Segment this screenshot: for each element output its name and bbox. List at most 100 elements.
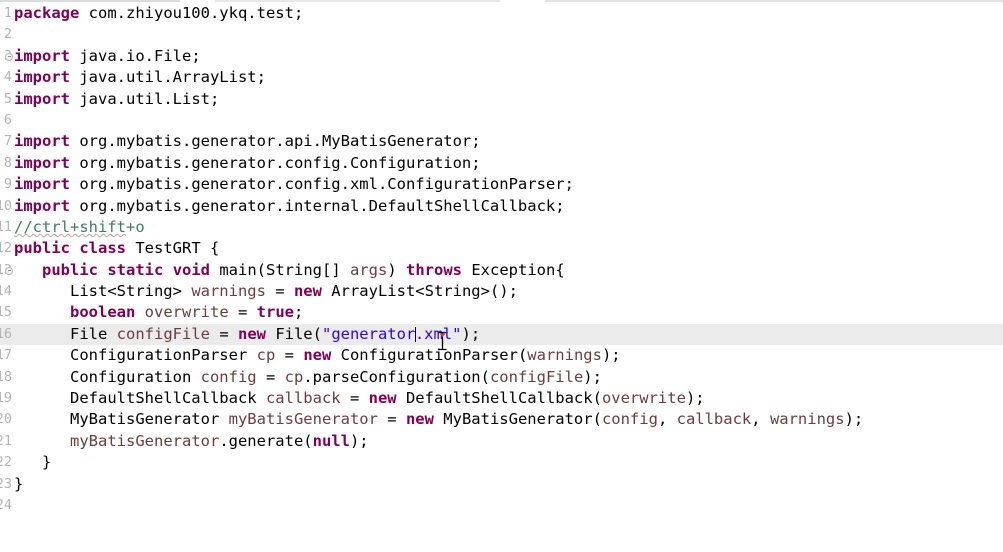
code-line-text[interactable]: } [14,474,1003,495]
code-line-text[interactable]: //ctrl+shift+o [14,217,1003,238]
code-line-text[interactable]: public class TestGRT { [14,238,1003,259]
code-editor[interactable]: 1package com.zhiyou100.ykq.test; 2 3import… [0,0,1003,552]
code-line-text[interactable]: DefaultShellCallback callback = new Defa… [14,388,1003,409]
code-line[interactable]: 9 import org.mybatis.generator.config.xml… [0,174,1003,195]
code-token: main(String[] [210,260,350,279]
code-token: import [14,132,70,151]
code-token: import [14,68,70,87]
code-line[interactable]: 16 File configFile = new File("generator… [0,323,1003,346]
code-token: //ctrl+shift [14,217,126,236]
code-line[interactable]: 7 import org.mybatis.generator.api.MyBati… [0,131,1003,152]
code-token: = [265,282,294,301]
code-line-text[interactable]: public static void main(String[] args) t… [14,260,1003,281]
code-token: org.mybatis.generator.config.Configurati… [70,153,481,172]
code-token: .generate( [219,431,313,450]
code-line[interactable]: 21 myBatisGenerator.generate(null); [0,431,1003,452]
code-line[interactable]: 10import org.mybatis.generator.internal.… [0,196,1003,217]
code-line-text[interactable] [14,24,1003,45]
code-token: null [312,431,350,450]
code-line[interactable]: 24 [0,495,1003,516]
line-number: 6 [3,111,12,128]
code-token: new [303,346,332,365]
code-line-text[interactable]: File configFile = new File("generator.xm… [14,323,1003,346]
code-token: config [601,410,658,429]
code-line[interactable]: 20 MyBatisGenerator myBatisGenerator = n… [0,409,1003,430]
code-token: , [751,410,770,429]
line-number: 22 [0,454,12,471]
code-line-text[interactable]: List<String> warnings = new ArrayList<St… [14,281,1003,302]
code-token: throws [406,260,462,279]
line-number: 17 [0,347,12,364]
code-token: ConfigurationParser [14,346,257,365]
code-token: cp [284,367,304,386]
code-token: Configuration [14,367,201,386]
line-number: 16 [0,325,12,342]
code-line-text[interactable]: myBatisGenerator.generate(null); [14,431,1003,452]
code-line[interactable]: 6 [0,110,1003,131]
line-number: 8 [3,154,12,171]
code-line[interactable]: 3import java.io.File; [0,46,1003,67]
code-line-text[interactable]: import java.util.List; [14,89,1003,110]
code-line[interactable]: 2 [0,24,1003,45]
code-token: myBatisGenerator [70,431,220,450]
code-line[interactable]: 22 } [0,452,1003,473]
code-token: java.io.File; [70,46,201,65]
code-line-text[interactable]: boolean overwrite = true; [14,302,1003,323]
code-line[interactable]: 17 ConfigurationParser cp = new Configur… [0,345,1003,366]
code-token: args [350,260,388,279]
code-line-text[interactable]: package com.zhiyou100.ykq.test; [14,3,1003,24]
code-token: import [14,153,70,172]
code-token: Exception{ [462,260,565,279]
line-number: 2 [3,26,12,43]
code-line-text[interactable]: import org.mybatis.generator.internal.De… [14,196,1003,217]
code-line[interactable]: 13 public static void main(String[] args… [0,260,1003,281]
code-line[interactable]: 23} [0,474,1003,495]
code-fold-collapse-icon[interactable] [5,266,13,275]
code-token: import [14,46,70,65]
code-token: File( [265,324,322,343]
code-line[interactable]: 11//ctrl+shift+o [0,217,1003,238]
code-token: configFile [116,324,210,343]
code-token: warnings [527,346,602,365]
code-token: ); [349,431,369,450]
line-number: 14 [0,283,12,300]
code-token: new [293,282,322,301]
code-line[interactable]: 14 List<String> warnings = new ArrayList… [0,281,1003,302]
code-token: = [340,389,369,408]
code-line-text[interactable]: MyBatisGenerator myBatisGenerator = new … [14,409,1003,430]
code-token: import [14,89,70,108]
line-number: 19 [0,390,12,407]
code-line[interactable]: 12public class TestGRT { [0,238,1003,259]
code-line[interactable]: 1 package com.zhiyou100.ykq.test; [0,3,1003,24]
code-line[interactable]: 19 DefaultShellCallback callback = new D… [0,388,1003,409]
line-number: 15 [0,304,12,321]
code-line[interactable]: 4 import java.util.ArrayList; [0,67,1003,88]
code-line[interactable]: 8 import org.mybatis.generator.config.Con… [0,153,1003,174]
code-token: +o [125,217,145,236]
code-line-text[interactable]: } [14,452,1003,473]
code-token: warnings [769,410,845,429]
code-token: com.zhiyou100.ykq.test; [79,4,304,22]
code-line-text[interactable]: import org.mybatis.generator.config.xml.… [14,174,1003,195]
code-line-text[interactable]: ConfigurationParser cp = new Configurati… [14,345,1003,366]
code-token: TestGRT { [126,239,220,258]
code-line[interactable]: 5 import java.util.List; [0,89,1003,110]
code-line-text[interactable]: import java.util.ArrayList; [14,67,1003,88]
code-token: new [237,324,266,343]
code-token: overwrite [144,303,229,322]
code-line[interactable]: 18 Configuration config = cp.parseConfig… [0,367,1003,388]
code-line-text[interactable] [14,110,1003,131]
code-line-text[interactable] [14,495,1003,516]
line-number: 20 [0,411,12,428]
code-line-text[interactable]: Configuration config = cp.parseConfigura… [14,367,1003,388]
code-line[interactable]: 15 boolean overwrite = true; [0,302,1003,323]
code-fold-collapse-icon[interactable] [5,52,13,61]
code-line-text[interactable]: import org.mybatis.generator.config.Conf… [14,153,1003,174]
code-line-text[interactable]: import org.mybatis.generator.api.MyBatis… [14,131,1003,152]
code-line-text[interactable]: import java.io.File; [14,46,1003,67]
code-lines-container[interactable]: 1package com.zhiyou100.ykq.test; 2 3import… [0,3,1003,552]
code-token: ); [461,324,481,343]
code-token: ArrayList<String>(); [321,282,518,301]
